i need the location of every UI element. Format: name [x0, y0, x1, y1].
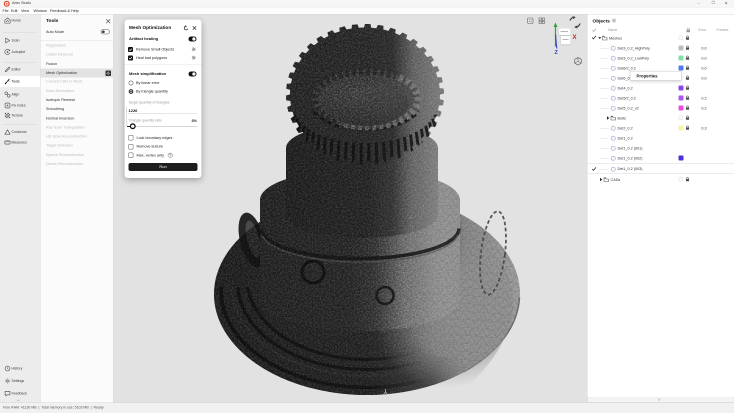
- svg-text:Z: Z: [555, 50, 559, 56]
